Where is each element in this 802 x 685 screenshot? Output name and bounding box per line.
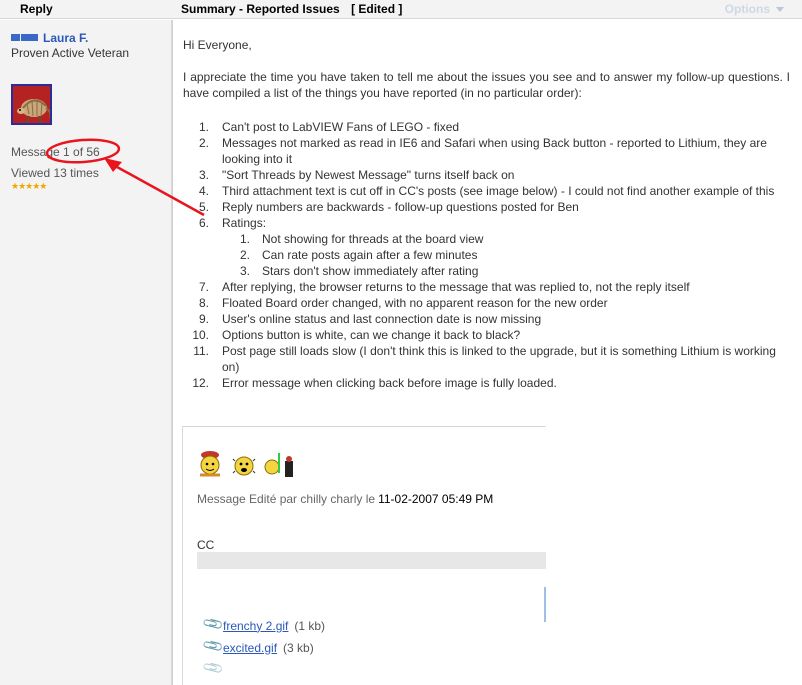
rank-icon	[11, 34, 38, 41]
avatar[interactable]	[11, 84, 52, 125]
paperclip-icon: 📎	[201, 611, 225, 636]
star-rating-icon[interactable]: ★★★★★	[11, 182, 47, 191]
author-name-link[interactable]: Laura F.	[43, 31, 88, 45]
list-item: 4. Third attachment text is cut off in CC…	[198, 184, 775, 198]
attachment-item: 📎 excited.gif (3 kb)	[201, 634, 314, 657]
attachment-size: (3 kb)	[283, 640, 314, 655]
options-button[interactable]: Options	[725, 2, 784, 16]
chevron-down-icon	[776, 6, 784, 12]
message-subject: Summary - Reported Issues [ Edited ]	[181, 2, 402, 16]
scroll-line	[544, 587, 546, 622]
list-item: 11. Post page still loads slow (I don't t…	[193, 344, 776, 374]
issues-list: 1. Can't post to LabVIEW Fans of LEGO - f…	[183, 119, 790, 391]
signature-bar	[197, 552, 546, 569]
attachment-item-cutoff: 📎	[201, 656, 224, 679]
subject-text: Summary - Reported Issues	[181, 2, 340, 16]
frenchy-smiley-icon	[200, 451, 220, 477]
edit-note-text: Message Edité par chilly charly le	[197, 492, 376, 506]
list-item: 9. User's online status and last connecti…	[198, 312, 542, 326]
edited-label: [ Edited ]	[351, 2, 403, 16]
attachment-size: (1 kb)	[294, 618, 326, 633]
column-divider	[172, 20, 173, 685]
greeting: Hi Everyone,	[183, 38, 252, 52]
list-item: 7. After replying, the browser returns to…	[198, 280, 690, 294]
fencing-smiley-icon	[264, 453, 293, 477]
message-count: Message 1 of 56	[11, 145, 100, 159]
armadillo-avatar-icon	[13, 86, 50, 123]
list-item: 10. Options button is white, can we chang…	[192, 328, 521, 342]
list-item: 2. Messages not marked as read in IE6 and…	[198, 136, 767, 166]
list-item: 6. Ratings:	[198, 216, 267, 230]
sub-list-item: 3. Stars don't show immediately after rat…	[239, 264, 479, 278]
edit-note: Message Edité par chilly charly le 11-02-…	[197, 492, 493, 506]
attachment-link[interactable]: frenchy 2.gif	[223, 619, 288, 633]
paperclip-icon: 📎	[201, 655, 225, 680]
excited-smiley-icon	[232, 456, 256, 476]
edit-date: 11-02-2007 05:49 PM	[378, 492, 494, 506]
list-item: 3. "Sort Threads by Newest Message" turns…	[198, 168, 515, 182]
smileys-row	[197, 449, 299, 479]
list-item: 1. Can't post to LabVIEW Fans of LEGO - f…	[198, 120, 460, 134]
reply-column-header: Reply	[20, 2, 53, 16]
list-item: 5. Reply numbers are backwards - follow-u…	[198, 200, 579, 214]
list-item: 12. Error message when clicking back befo…	[192, 376, 557, 390]
options-label: Options	[724, 2, 770, 16]
embedded-screenshot: Message Edité par chilly charly le 11-02-…	[182, 426, 546, 685]
post-body: Hi Everyone, I appreciate the time you h…	[183, 37, 790, 101]
view-count: Viewed 13 times	[11, 166, 99, 180]
paperclip-icon: 📎	[201, 633, 225, 658]
intro-paragraph: I appreciate the time you have taken to …	[183, 70, 790, 100]
list-item: 8. Floated Board order changed, with no a…	[198, 296, 608, 310]
attachment-link[interactable]: excited.gif	[223, 641, 277, 655]
signature: CC	[197, 538, 215, 552]
author-rank: Proven Active Veteran	[11, 46, 130, 60]
attachment-item: 📎 frenchy 2.gif (1 kb)	[201, 612, 326, 635]
sub-list-item: 2. Can rate posts again after a few minut…	[239, 248, 478, 262]
sub-list-item: 1. Not showing for threads at the board v…	[239, 232, 484, 246]
